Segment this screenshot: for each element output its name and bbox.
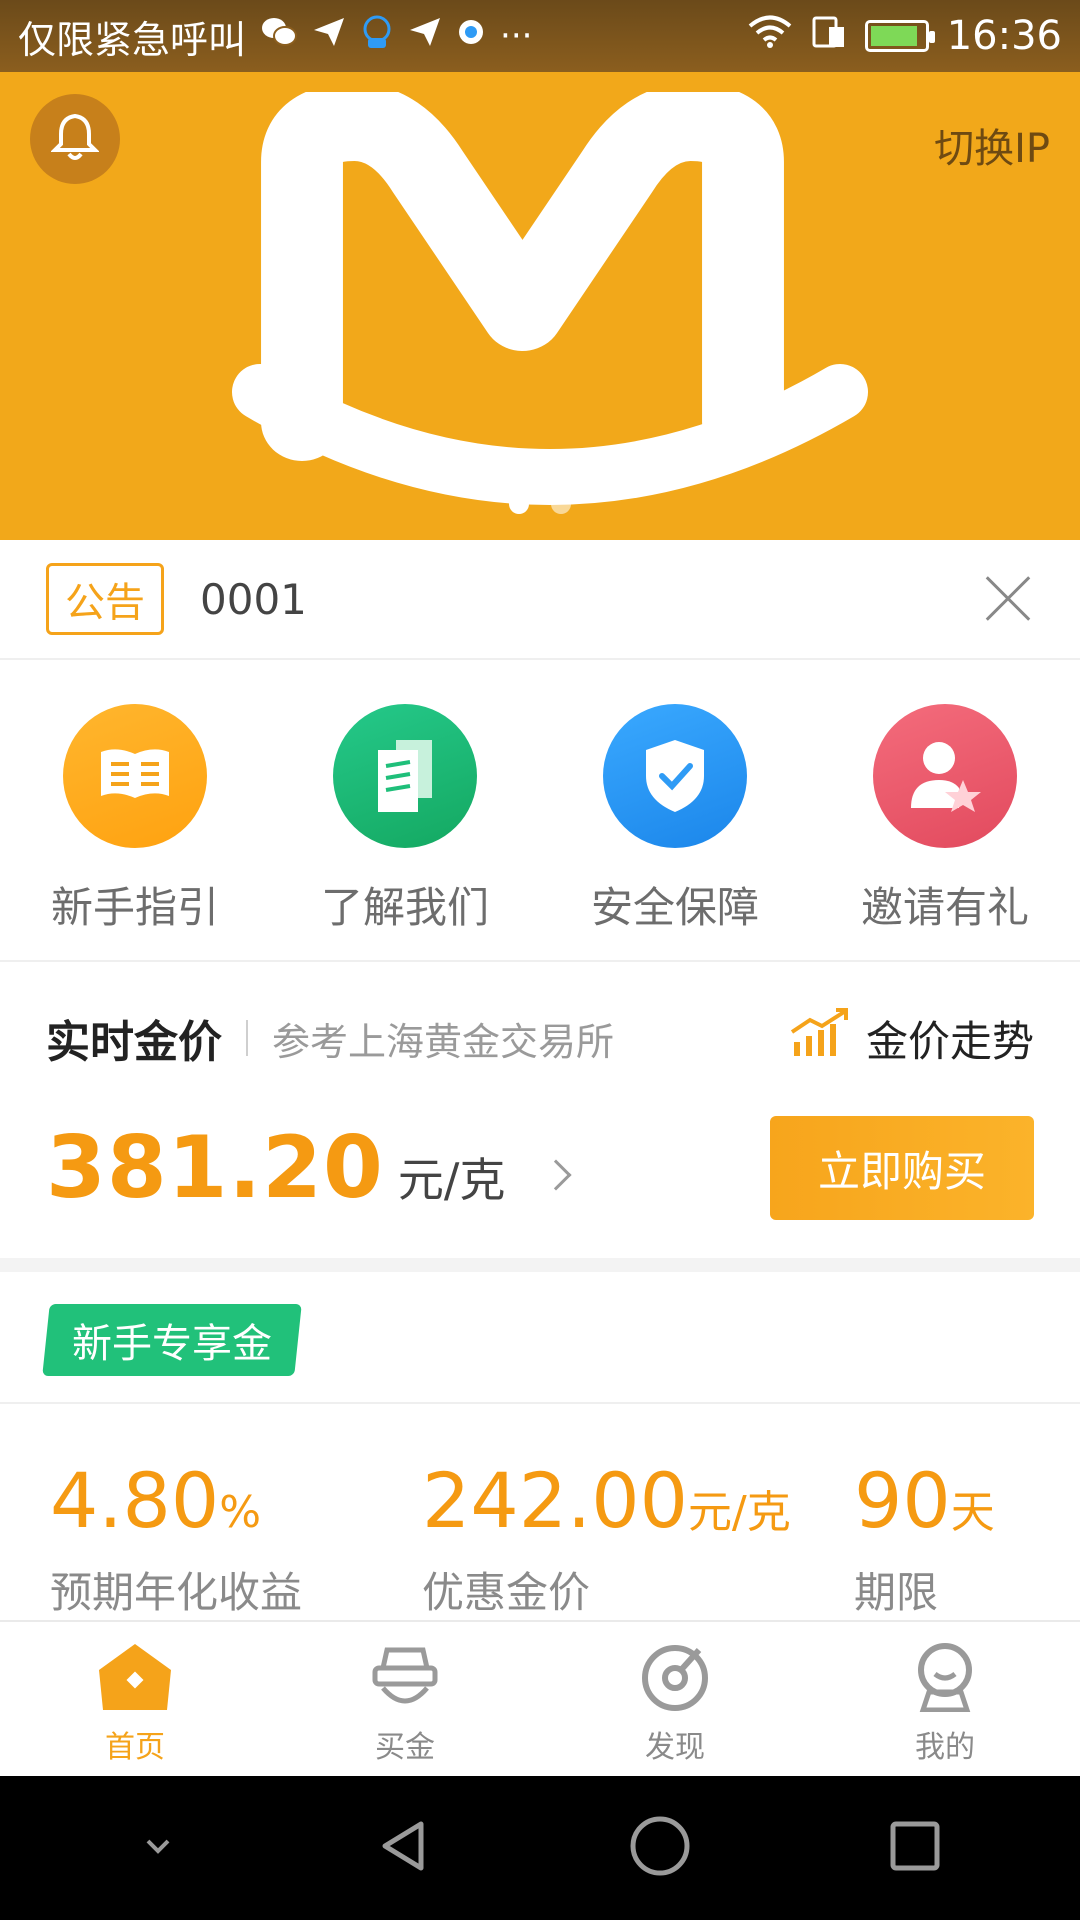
switch-ip-button[interactable]: 切换IP xyxy=(934,116,1050,174)
book-icon xyxy=(63,704,207,848)
stat-value: 90天 xyxy=(854,1456,995,1545)
send-icon xyxy=(312,16,346,57)
stat-yield: 4.80% 预期年化收益 xyxy=(50,1456,422,1620)
newbie-badge-label: 新手专享金 xyxy=(72,1321,272,1367)
bell-icon xyxy=(50,112,100,166)
divider xyxy=(246,1020,248,1056)
gold-price-row: 381.20 元/克 立即购买 xyxy=(46,1116,1034,1220)
newbie-badge: 新手专享金 xyxy=(42,1304,302,1376)
quick-item-guide[interactable]: 新手指引 xyxy=(0,662,270,960)
stat-term: 90天 期限 xyxy=(854,1456,995,1620)
stat-suffix: 天 xyxy=(950,1487,995,1538)
stat-suffix: % xyxy=(219,1487,262,1538)
banner-carousel[interactable]: 切换IP xyxy=(0,72,1080,540)
carousel-dot[interactable] xyxy=(509,494,529,514)
stat-label: 期限 xyxy=(854,1568,939,1617)
buy-now-button[interactable]: 立即购买 xyxy=(770,1116,1034,1220)
stat-label: 预期年化收益 xyxy=(50,1568,303,1617)
product-stats: 4.80% 预期年化收益 242.00元/克 优惠金价 90天 期限 xyxy=(50,1456,1050,1620)
announcement-tag: 公告 xyxy=(46,563,164,635)
quick-item-about[interactable]: 了解我们 xyxy=(270,662,540,960)
more-icon: ··· xyxy=(500,16,533,56)
wifi-icon xyxy=(747,13,793,59)
recents-icon[interactable] xyxy=(887,1818,943,1878)
app-root: 仅限紧急呼叫 ··· 16:36 切换IP 公告 0001 新手指引 了解我们 … xyxy=(0,0,1080,1920)
shield-check-icon xyxy=(603,704,747,848)
carousel-dot[interactable] xyxy=(551,494,571,514)
gold-price-subtitle: 参考上海黄金交易所 xyxy=(272,1019,615,1064)
gold-trend-label: 金价走势 xyxy=(865,1016,1034,1066)
document-icon xyxy=(333,704,477,848)
newbie-product-card[interactable]: 新手专享金 4.80% 预期年化收益 242.00元/克 优惠金价 90天 期限 xyxy=(0,1272,1080,1620)
announcement-bar[interactable]: 公告 0001 xyxy=(0,540,1080,660)
stat-number: 4.80 xyxy=(50,1456,220,1545)
tab-buy-gold[interactable]: 买金 xyxy=(270,1622,540,1776)
quick-item-label: 新手指引 xyxy=(50,883,219,932)
carousel-indicator xyxy=(0,494,1080,514)
tab-label: 首页 xyxy=(105,1730,165,1765)
status-bar-left: 仅限紧急呼叫 ··· xyxy=(18,9,532,64)
gold-price-header: 实时金价 参考上海黄金交易所 金价走势 xyxy=(46,1006,1034,1070)
tab-label: 我的 xyxy=(915,1730,975,1765)
sim-icon xyxy=(811,13,847,59)
tab-discover[interactable]: 发现 xyxy=(540,1622,810,1776)
chevron-right-icon[interactable] xyxy=(540,1159,572,1191)
notification-bell-button[interactable] xyxy=(30,94,120,184)
stat-price: 242.00元/克 优惠金价 xyxy=(422,1456,854,1620)
discover-icon xyxy=(635,1640,715,1716)
gold-price-value: 381.20 xyxy=(46,1118,384,1218)
clock: 16:36 xyxy=(946,13,1062,59)
stat-value: 242.00元/克 xyxy=(422,1456,854,1545)
stat-number: 242.00 xyxy=(422,1456,688,1545)
status-bar-right: 16:36 xyxy=(747,13,1062,59)
stat-label: 优惠金价 xyxy=(422,1568,591,1617)
gold-trend-link[interactable]: 金价走势 xyxy=(790,1008,1034,1069)
divider xyxy=(0,1402,1080,1404)
quick-item-invite[interactable]: 邀请有礼 xyxy=(810,662,1080,960)
send-icon xyxy=(408,16,442,57)
qq-icon xyxy=(456,16,486,56)
announcement-text[interactable]: 0001 xyxy=(200,575,307,624)
quick-item-label: 安全保障 xyxy=(590,883,759,932)
stat-suffix: 元/克 xyxy=(687,1487,791,1538)
gold-price-title: 实时金价 xyxy=(46,1017,222,1068)
close-icon[interactable] xyxy=(982,573,1034,625)
battery-icon xyxy=(864,20,935,52)
quick-item-label: 了解我们 xyxy=(320,883,489,932)
chat-icon xyxy=(360,14,394,59)
system-nav-bar xyxy=(0,1776,1080,1920)
quick-menu: 新手指引 了解我们 安全保障 邀请有礼 xyxy=(0,662,1080,962)
tab-label: 买金 xyxy=(375,1730,435,1765)
gold-price-card: 实时金价 参考上海黄金交易所 金价走势 381.20 元/克 立即购买 xyxy=(0,964,1080,1258)
back-icon[interactable] xyxy=(373,1816,433,1880)
bottom-tab-bar: 首页 买金 发现 我的 xyxy=(0,1620,1080,1776)
trend-chart-icon xyxy=(790,1008,848,1068)
gold-price-unit: 元/克 xyxy=(397,1153,506,1207)
tab-home[interactable]: 首页 xyxy=(0,1622,270,1776)
quick-item-security[interactable]: 安全保障 xyxy=(540,662,810,960)
wechat-icon xyxy=(260,16,298,57)
home-circle-icon[interactable] xyxy=(628,1814,692,1882)
tab-profile[interactable]: 我的 xyxy=(810,1622,1080,1776)
carrier-text: 仅限紧急呼叫 xyxy=(18,17,247,62)
status-bar: 仅限紧急呼叫 ··· 16:36 xyxy=(0,0,1080,72)
home-icon xyxy=(95,1640,175,1716)
stat-number: 90 xyxy=(854,1456,951,1545)
chevron-down-icon[interactable] xyxy=(138,1831,178,1865)
user-star-icon xyxy=(873,704,1017,848)
section-divider xyxy=(0,1258,1080,1272)
tab-label: 发现 xyxy=(645,1730,705,1765)
quick-item-label: 邀请有礼 xyxy=(860,883,1029,932)
stat-value: 4.80% xyxy=(50,1456,422,1545)
shop-icon xyxy=(365,1640,445,1716)
profile-icon xyxy=(905,1640,985,1716)
brand-logo xyxy=(232,92,868,505)
